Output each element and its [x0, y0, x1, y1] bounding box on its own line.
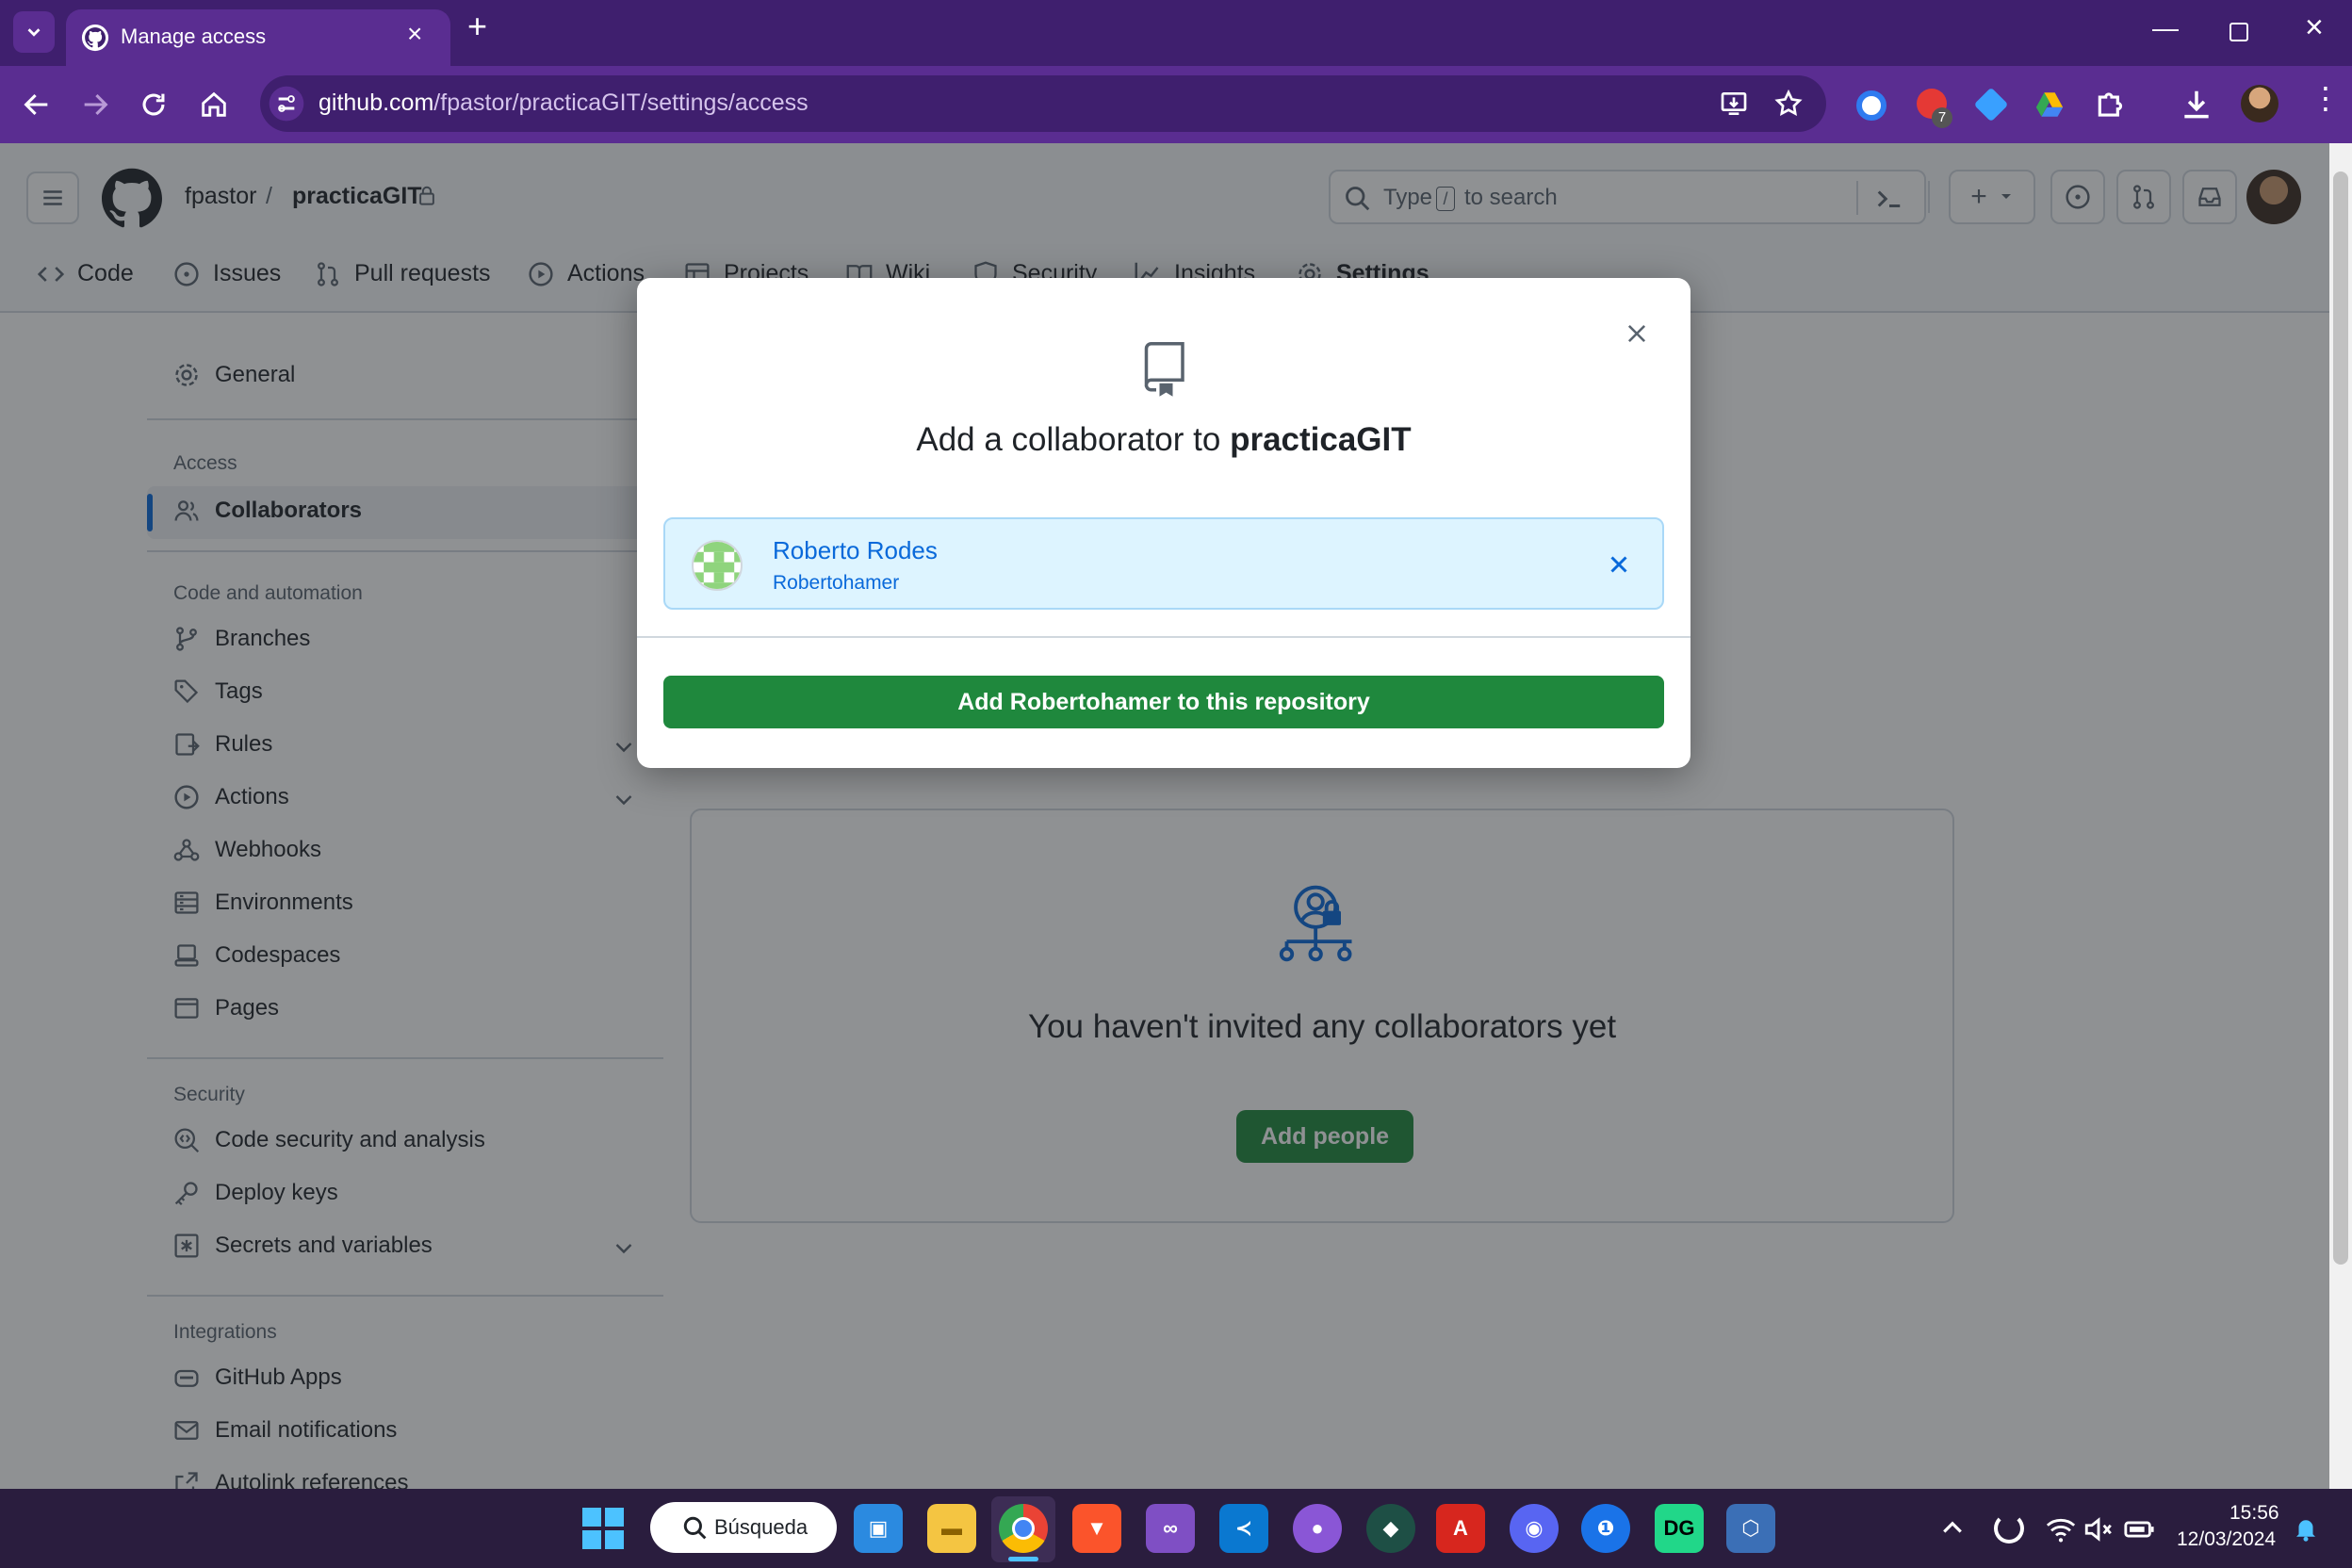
taskbar-brave-icon[interactable]: ▼	[1072, 1504, 1121, 1553]
clock-time[interactable]: 15:56	[2230, 1502, 2279, 1525]
notification-bell-icon[interactable]	[2292, 1513, 2320, 1544]
selected-user-card: Roberto Rodes Robertohamer	[663, 517, 1664, 610]
dialog-title-repo: practicaGIT	[1230, 421, 1412, 458]
tab-search-button[interactable]	[13, 11, 55, 53]
address-bar[interactable]: github.com/fpastor/practicaGIT/settings/…	[260, 75, 1826, 132]
browser-menu-icon[interactable]: ⋮	[2311, 83, 2341, 113]
profile-avatar[interactable]	[2241, 85, 2278, 122]
taskbar-search[interactable]: Búsqueda	[650, 1502, 837, 1553]
start-button[interactable]	[582, 1508, 624, 1549]
taskbar-visual-studio-icon[interactable]: ∞	[1146, 1504, 1195, 1553]
extension-drive-icon[interactable]	[2034, 89, 2066, 121]
browser-tab-active[interactable]: Manage access ×	[66, 9, 450, 66]
taskbar-discord-icon[interactable]: ◉	[1510, 1504, 1559, 1553]
chrome-center-icon	[1012, 1517, 1035, 1540]
taskbar-virtualbox-icon[interactable]: ⬡	[1726, 1504, 1775, 1553]
add-collaborator-dialog: Add a collaborator to practicaGIT Robert…	[637, 278, 1690, 768]
extension-blue-icon[interactable]	[1973, 87, 2009, 122]
downloads-icon[interactable]	[2179, 87, 2214, 122]
windows-taskbar: Búsqueda ▣ ▬ ▼ ∞ ≺ ● ◆ A ◉ ❶ DG ⬡ 15:56 …	[0, 1489, 2352, 1568]
user-login: Robertohamer	[773, 572, 900, 594]
taskbar-acrobat-icon[interactable]: A	[1436, 1504, 1485, 1553]
url-domain: github.com	[318, 90, 434, 116]
site-info-icon[interactable]	[268, 85, 305, 122]
active-app-indicator	[1008, 1557, 1038, 1561]
close-dialog-icon[interactable]	[1625, 321, 1649, 346]
url-text: github.com/fpastor/practicaGIT/settings/…	[318, 90, 808, 117]
taskbar-datagrip-icon[interactable]: DG	[1655, 1504, 1704, 1553]
scrollbar-thumb[interactable]	[2333, 172, 2348, 1265]
tray-app-icon[interactable]	[1994, 1513, 2024, 1544]
clock-date[interactable]: 12/03/2024	[2177, 1528, 2276, 1551]
user-identicon	[692, 540, 743, 591]
extensions-puzzle-icon[interactable]	[2094, 87, 2130, 122]
new-tab-button[interactable]: +	[467, 9, 487, 43]
dialog-title-text: Add a collaborator to	[916, 421, 1221, 458]
install-app-icon[interactable]	[1719, 89, 1749, 119]
user-display-name[interactable]: Roberto Rodes	[773, 536, 938, 565]
chevron-down-icon	[27, 28, 41, 37]
taskbar-green-app-icon[interactable]: ◆	[1366, 1504, 1415, 1553]
tab-title: Manage access	[121, 24, 267, 48]
back-arrow-icon[interactable]	[21, 89, 53, 121]
extension-badge: 7	[1932, 107, 1952, 128]
home-icon[interactable]	[198, 89, 230, 121]
taskbar-1password-icon[interactable]: ❶	[1581, 1504, 1630, 1553]
dialog-divider	[637, 636, 1690, 638]
page-scrollbar[interactable]	[2329, 143, 2352, 1489]
show-hidden-icons-icon[interactable]	[1939, 1515, 1966, 1542]
extension-grammarly-icon[interactable]	[1856, 90, 1886, 121]
taskbar-vscode-icon[interactable]: ≺	[1219, 1504, 1268, 1553]
taskbar-search-label: Búsqueda	[714, 1515, 808, 1539]
github-favicon-icon	[81, 24, 109, 52]
windows-logo-icon	[582, 1508, 624, 1549]
url-path: /fpastor/practicaGIT/settings/access	[433, 90, 808, 116]
browser-tab-bar: Manage access × + — ×	[0, 0, 2352, 66]
battery-icon[interactable]	[2122, 1513, 2156, 1545]
add-collaborator-button[interactable]: Add Robertohamer to this repository	[663, 676, 1664, 728]
minimize-button[interactable]: —	[2152, 13, 2179, 43]
remove-user-icon[interactable]	[1608, 553, 1630, 576]
close-tab-icon[interactable]: ×	[407, 19, 422, 49]
bookmark-star-icon[interactable]	[1773, 89, 1804, 119]
taskbar-store-icon[interactable]: ▣	[854, 1504, 903, 1553]
reload-icon[interactable]	[138, 89, 170, 121]
close-window-button[interactable]: ×	[2305, 9, 2324, 46]
volume-muted-icon[interactable]	[2082, 1513, 2115, 1545]
taskbar-chrome-icon[interactable]	[999, 1504, 1048, 1553]
wifi-icon[interactable]	[2045, 1513, 2077, 1545]
taskbar-github-desktop-icon[interactable]: ●	[1293, 1504, 1342, 1553]
search-icon	[683, 1516, 707, 1540]
taskbar-file-explorer-icon[interactable]: ▬	[927, 1504, 976, 1553]
identicon-icon	[694, 542, 741, 589]
browser-toolbar: github.com/fpastor/practicaGIT/settings/…	[0, 66, 2352, 143]
dialog-title: Add a collaborator to practicaGIT	[637, 421, 1690, 459]
restore-button[interactable]	[2230, 23, 2248, 41]
repo-icon	[1144, 342, 1184, 397]
forward-arrow-icon[interactable]	[79, 89, 111, 121]
